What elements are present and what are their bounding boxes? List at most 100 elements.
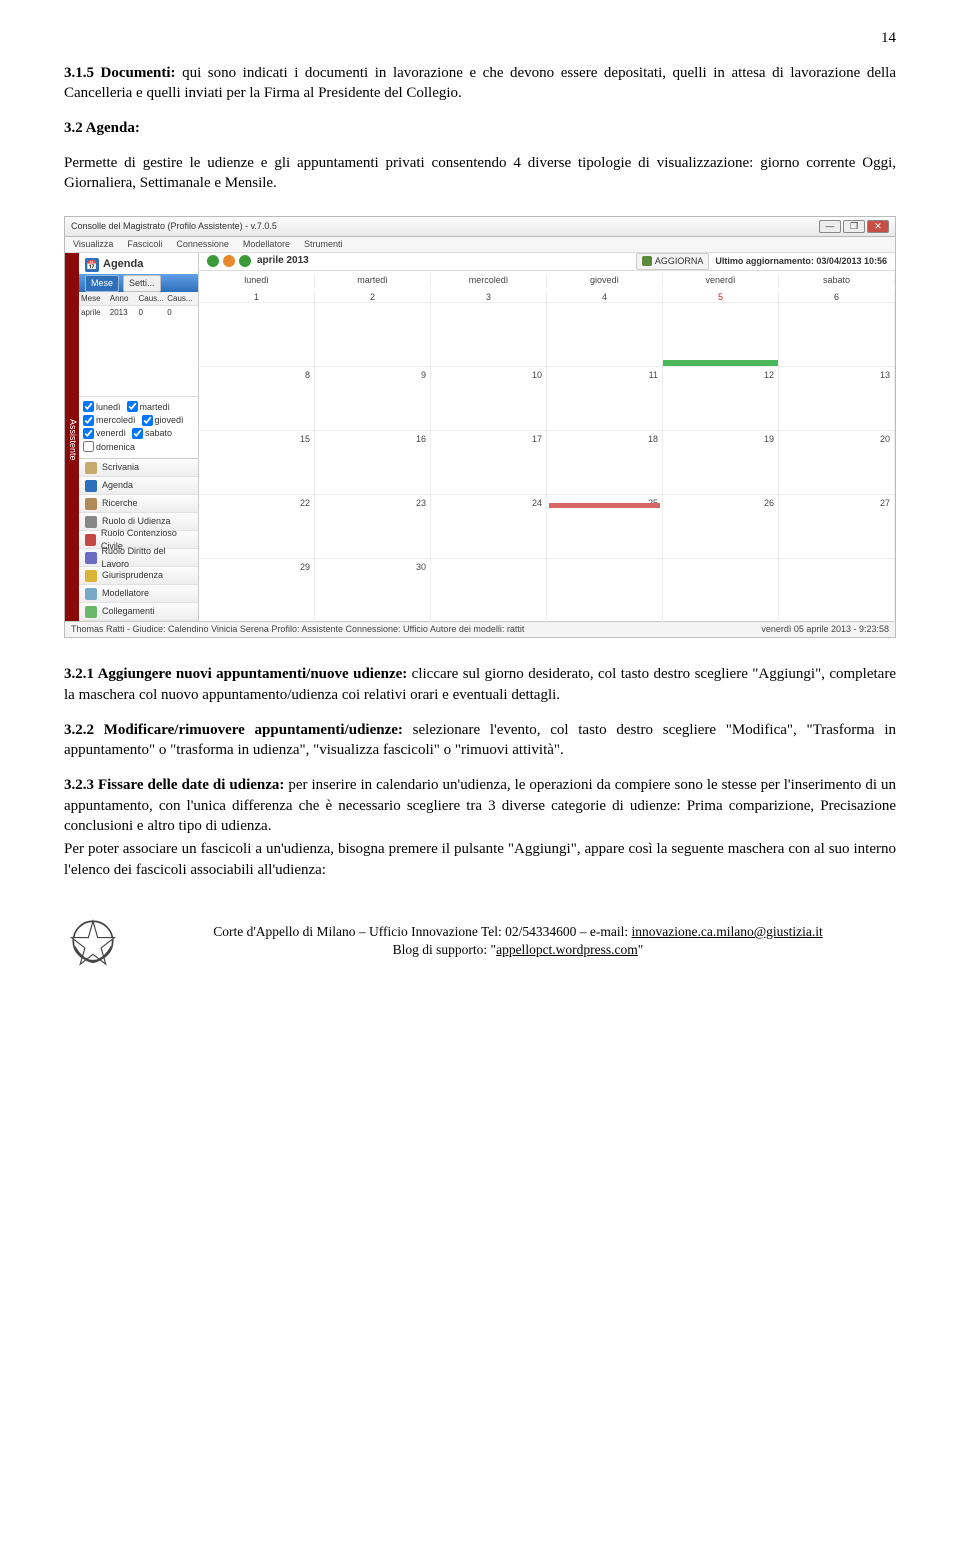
menu-item[interactable]: Strumenti xyxy=(304,238,343,250)
filter-head: MeseAnnoCaus...Caus... xyxy=(79,292,198,306)
section-315: 3.1.5 Documenti: qui sono indicati i doc… xyxy=(64,63,896,104)
calendar-day-header: giovedì xyxy=(547,274,663,286)
nav-item[interactable]: Scrivania xyxy=(79,459,198,477)
status-left: Thomas Ratti - Giudice: Calendino Vinici… xyxy=(71,623,524,635)
nav-item[interactable]: Ruolo Diritto del Lavoro xyxy=(79,549,198,567)
calendar-cell[interactable]: 20 xyxy=(779,431,895,495)
agenda-header-label: Agenda xyxy=(103,257,143,272)
day-checkbox[interactable]: lunedì xyxy=(83,401,121,413)
day-checkbox[interactable]: martedì xyxy=(127,401,171,413)
calendar-cell[interactable]: 25 xyxy=(547,495,663,559)
day-checkbox[interactable]: venerdì xyxy=(83,427,126,439)
month-label: aprile 2013 xyxy=(257,254,309,268)
page-footer: Corte d'Appello di Milano – Ufficio Inno… xyxy=(64,908,896,970)
footer-email-link[interactable]: innovazione.ca.milano@giustizia.it xyxy=(632,924,823,939)
last-update: Ultimo aggiornamento: 03/04/2013 10:56 xyxy=(715,255,887,267)
agenda-header: 📅 Agenda xyxy=(79,253,198,274)
status-bar: Thomas Ratti - Giudice: Calendino Vinici… xyxy=(65,621,895,637)
nav-item[interactable]: Collegamenti xyxy=(79,603,198,621)
section-321-title: 3.2.1 Aggiungere nuovi appuntamenti/nuov… xyxy=(64,666,407,682)
nav-icon xyxy=(85,588,97,600)
calendar-cell[interactable]: 11 xyxy=(547,367,663,431)
calendar-cell[interactable] xyxy=(431,303,547,367)
footer-text: Corte d'Appello di Milano – Ufficio Inno… xyxy=(140,923,896,959)
menu-item[interactable]: Fascicoli xyxy=(127,238,162,250)
nav-icon xyxy=(85,534,96,546)
italy-emblem-icon xyxy=(64,912,122,970)
calendar-cell[interactable]: 12 xyxy=(663,367,779,431)
calendar-cell[interactable]: 10 xyxy=(431,367,547,431)
calendar-cell[interactable] xyxy=(431,559,547,623)
calendar-cell[interactable]: 19 xyxy=(663,431,779,495)
menu-item[interactable]: Visualizza xyxy=(73,238,113,250)
left-panel: 📅 Agenda Mese Setti... MeseAnnoCaus...Ca… xyxy=(79,253,199,621)
nav-icon xyxy=(85,552,97,564)
menu-item[interactable]: Modellatore xyxy=(243,238,290,250)
menu-item[interactable]: Connessione xyxy=(176,238,229,250)
section-32-title: 3.2 Agenda: xyxy=(64,120,140,136)
nav-icon xyxy=(85,570,97,582)
calendar-day-header: venerdì xyxy=(663,274,779,286)
calendar-main: aprile 2013 AGGIORNA Ultimo aggiornament… xyxy=(199,253,895,621)
menu-bar: Visualizza Fascicoli Connessione Modellator… xyxy=(65,237,895,253)
section-322: 3.2.2 Modificare/rimuovere appuntamenti/… xyxy=(64,720,896,761)
calendar-cell[interactable]: 13 xyxy=(779,367,895,431)
refresh-button[interactable]: AGGIORNA xyxy=(636,253,710,269)
calendar-icon: 📅 xyxy=(85,258,99,272)
calendar-cell[interactable]: 29 xyxy=(199,559,315,623)
nav-arrows[interactable] xyxy=(207,255,251,267)
calendar-cell[interactable] xyxy=(547,303,663,367)
day-filter: lunedì martedìmercoledì giovedì venerdì saba… xyxy=(79,396,198,459)
calendar-cell[interactable]: 8 xyxy=(199,367,315,431)
calendar-cell[interactable]: 15 xyxy=(199,431,315,495)
calendar-cell[interactable]: 27 xyxy=(779,495,895,559)
nav-item[interactable]: Ricerche xyxy=(79,495,198,513)
window-titlebar: Consolle del Magistrato (Profilo Assiste… xyxy=(65,217,895,237)
footer-line1a: Corte d'Appello di Milano – Ufficio Inno… xyxy=(213,924,631,939)
footer-line2b: " xyxy=(638,942,644,957)
section-32-title-line: 3.2 Agenda: xyxy=(64,118,896,139)
day-checkbox[interactable]: giovedì xyxy=(142,414,184,426)
calendar-cell[interactable]: 18 xyxy=(547,431,663,495)
week-view-button[interactable]: Setti... xyxy=(123,275,161,291)
day-checkbox[interactable]: mercoledì xyxy=(83,414,136,426)
calendar-cell[interactable] xyxy=(779,559,895,623)
footer-blog-link[interactable]: appellopct.wordpress.com xyxy=(496,942,638,957)
calendar-cell[interactable]: 22 xyxy=(199,495,315,559)
maximize-icon[interactable]: ❐ xyxy=(843,220,865,233)
calendar-cell[interactable] xyxy=(779,303,895,367)
section-323-p1: 3.2.3 Fissare delle date di udienza: per… xyxy=(64,775,896,837)
calendar-cell[interactable] xyxy=(663,559,779,623)
page-number: 14 xyxy=(64,28,896,49)
calendar-day-header: martedì xyxy=(315,274,431,286)
calendar-toolbar: aprile 2013 AGGIORNA Ultimo aggiornament… xyxy=(199,253,895,270)
month-view-button[interactable]: Mese xyxy=(85,275,119,291)
calendar-cell[interactable]: 17 xyxy=(431,431,547,495)
nav-icon xyxy=(85,462,97,474)
assistente-sidebar: Assistente xyxy=(65,253,79,621)
calendar-cell[interactable] xyxy=(315,303,431,367)
minimize-icon[interactable]: — xyxy=(819,220,841,233)
day-checkbox[interactable]: domenica xyxy=(83,441,135,453)
calendar-cell[interactable]: 23 xyxy=(315,495,431,559)
calendar-cell[interactable] xyxy=(199,303,315,367)
section-315-text: qui sono indicati i documenti in lavoraz… xyxy=(64,65,896,102)
nav-item[interactable]: Agenda xyxy=(79,477,198,495)
nav-icon xyxy=(85,498,97,510)
calendar-cell[interactable]: 16 xyxy=(315,431,431,495)
nav-item[interactable]: Modellatore xyxy=(79,585,198,603)
section-315-title: 3.1.5 Documenti: xyxy=(64,65,176,81)
close-icon[interactable]: ✕ xyxy=(867,220,889,233)
calendar-cell[interactable]: 9 xyxy=(315,367,431,431)
calendar-cell[interactable]: 30 xyxy=(315,559,431,623)
filter-row: aprile201300 xyxy=(79,306,198,319)
calendar-cell[interactable] xyxy=(547,559,663,623)
calendar-day-header: lunedì xyxy=(199,274,315,286)
day-checkbox[interactable]: sabato xyxy=(132,427,172,439)
status-right: venerdì 05 aprile 2013 - 9:23:58 xyxy=(761,623,889,635)
calendar-cell[interactable]: 24 xyxy=(431,495,547,559)
calendar-cell[interactable]: 26 xyxy=(663,495,779,559)
calendar-grid[interactable]: lunedìmartedìmercoledìgiovedìvenerdìsaba… xyxy=(199,271,895,623)
calendar-cell[interactable] xyxy=(663,303,779,367)
section-323-p2: Per poter associare un fascicoli a un'ud… xyxy=(64,839,896,880)
